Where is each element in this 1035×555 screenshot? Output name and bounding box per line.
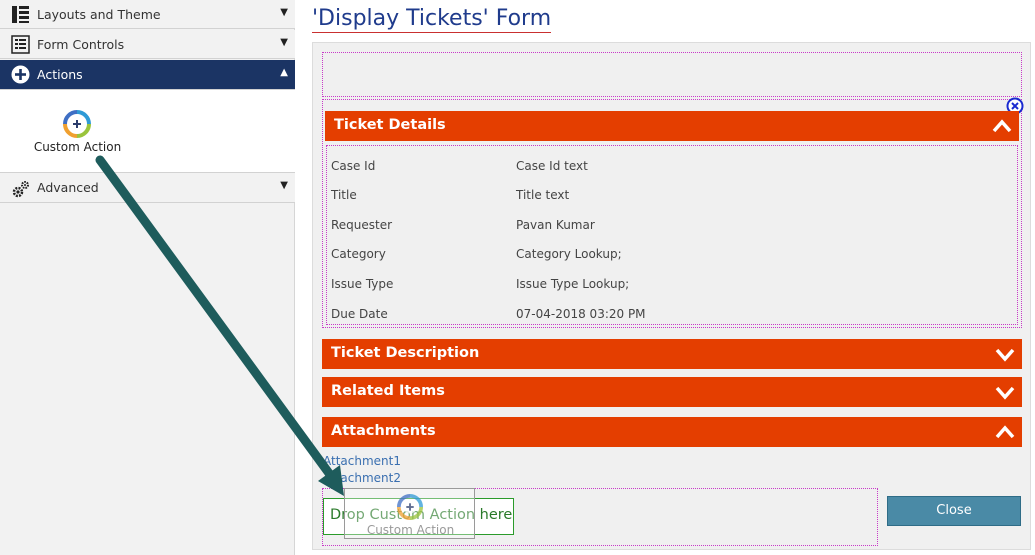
plus-circle-icon — [11, 65, 30, 84]
section-title: Ticket Description — [331, 345, 480, 361]
custom-action-tool[interactable]: Custom Action — [30, 108, 125, 158]
toolbox-panel: Layouts and Theme ▼ Form Controls ▼ Acti… — [0, 0, 295, 555]
toolbox-section-label: Form Controls — [37, 37, 125, 52]
field-label-title: Title — [331, 188, 357, 202]
close-button[interactable]: Close — [887, 496, 1021, 526]
toolbox-section-actions[interactable]: Actions ▲ — [0, 60, 295, 90]
section-title: Related Items — [331, 383, 445, 399]
ticket-details-fields — [326, 145, 1018, 325]
custom-action-icon — [397, 494, 423, 520]
section-header-related-items[interactable]: Related Items — [322, 377, 1022, 407]
toolbox-section-form-controls[interactable]: Form Controls ▼ — [0, 30, 295, 59]
section-header-ticket-details[interactable]: Ticket Details — [325, 111, 1019, 141]
field-label-requester: Requester — [331, 218, 393, 232]
chevron-up-icon[interactable] — [994, 422, 1016, 442]
drop-zone-top[interactable] — [322, 52, 1022, 97]
caret-up-icon: ▲ — [280, 67, 288, 78]
field-value-case-id: Case Id text — [516, 159, 588, 173]
form-controls-icon — [11, 35, 30, 54]
custom-action-icon — [63, 110, 91, 138]
field-value-requester: Pavan Kumar — [516, 218, 595, 232]
caret-down-icon: ▼ — [280, 180, 288, 191]
toolbox-section-label: Actions — [37, 67, 83, 82]
drag-ghost-custom-action[interactable]: Custom Action — [344, 488, 475, 539]
attachment-link[interactable]: Attachment1 — [323, 454, 401, 468]
toolbox-section-label: Advanced — [37, 180, 99, 195]
chevron-down-icon[interactable] — [994, 344, 1016, 364]
section-header-attachments[interactable]: Attachments — [322, 417, 1022, 447]
caret-down-icon: ▼ — [280, 7, 288, 18]
chevron-down-icon[interactable] — [994, 382, 1016, 402]
field-value-title: Title text — [516, 188, 570, 202]
section-header-ticket-description[interactable]: Ticket Description — [322, 339, 1022, 369]
gears-icon — [12, 181, 29, 198]
custom-action-label: Custom Action — [33, 140, 122, 154]
section-title: Attachments — [331, 423, 436, 439]
field-label-case-id: Case Id — [331, 159, 376, 173]
toolbox-section-layouts-and-theme[interactable]: Layouts and Theme ▼ — [0, 0, 295, 29]
field-label-due-date: Due Date — [331, 307, 388, 321]
chevron-up-icon[interactable] — [991, 116, 1013, 136]
attachment-link[interactable]: Attachment2 — [323, 471, 401, 485]
field-label-issue-type: Issue Type — [331, 277, 394, 291]
toolbox-section-advanced[interactable]: Advanced ▼ — [0, 173, 295, 203]
field-value-category: Category Lookup; — [516, 247, 622, 261]
field-value-due-date: 07-04-2018 03:20 PM — [516, 307, 646, 321]
field-label-category: Category — [331, 247, 386, 261]
layout-list-icon — [12, 6, 29, 23]
section-title: Ticket Details — [334, 117, 446, 133]
drag-ghost-label: Custom Action — [366, 523, 455, 537]
form-title: 'Display Tickets' Form — [312, 6, 552, 33]
field-value-issue-type: Issue Type Lookup; — [516, 277, 630, 291]
toolbox-section-label: Layouts and Theme — [37, 7, 161, 22]
actions-section-body: Custom Action — [0, 90, 295, 173]
caret-down-icon: ▼ — [280, 37, 288, 48]
